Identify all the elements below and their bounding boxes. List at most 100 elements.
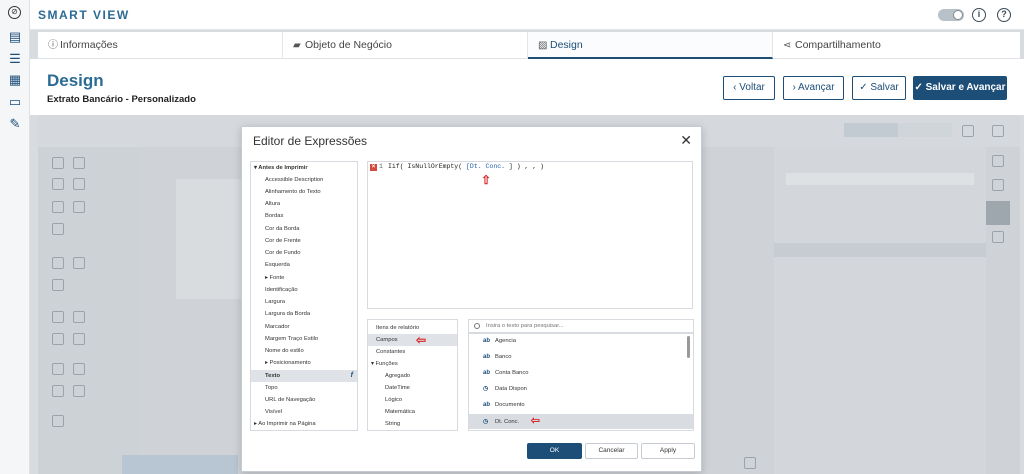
table-icon[interactable]: ▦ bbox=[8, 73, 22, 87]
property-item[interactable]: Nome do estilo bbox=[251, 345, 357, 357]
subreport-tool-icon bbox=[52, 363, 64, 375]
function-icon bbox=[992, 179, 1004, 191]
category-item-campos[interactable]: Campos bbox=[368, 334, 457, 346]
clock-icon: ◷ bbox=[483, 386, 489, 392]
close-icon[interactable]: ✕ bbox=[680, 132, 692, 149]
field-item[interactable]: ab Agencia bbox=[469, 334, 693, 349]
field-item[interactable]: ab Documento bbox=[469, 398, 693, 413]
image-icon: ▨ bbox=[538, 40, 548, 51]
list-icon[interactable]: ☰ bbox=[8, 52, 22, 66]
scrollbar[interactable] bbox=[687, 336, 690, 358]
field-item[interactable]: ab Conta Banco bbox=[469, 366, 693, 381]
annotation-up-arrow-icon: ⇧ bbox=[481, 173, 492, 187]
theme-toggle[interactable] bbox=[938, 9, 964, 21]
property-item[interactable]: Visível bbox=[251, 406, 357, 418]
property-group[interactable]: ▸ Ao Imprimir na Página bbox=[251, 418, 357, 430]
field-list-panel bbox=[774, 147, 986, 474]
field-item-dt-conc[interactable]: ◷ Dt. Conc. ⇦ bbox=[469, 414, 693, 429]
document-icon[interactable]: ▤ bbox=[8, 30, 22, 44]
error-icon: × bbox=[370, 164, 377, 171]
category-item[interactable]: Lógico bbox=[368, 394, 457, 406]
property-item[interactable]: URL de Navegação bbox=[251, 394, 357, 406]
property-item[interactable]: Altura bbox=[251, 198, 357, 210]
property-item[interactable]: Margem Traço Estilo bbox=[251, 333, 357, 345]
checkbox-tool-icon bbox=[73, 157, 85, 169]
text-type-icon: ab bbox=[483, 338, 491, 344]
property-item[interactable]: Bordas bbox=[251, 210, 357, 222]
property-item[interactable]: Accessible Description bbox=[251, 174, 357, 186]
apply-button[interactable]: Apply bbox=[641, 443, 695, 459]
field-label: Banco bbox=[495, 354, 512, 360]
back-button[interactable]: ‹ Voltar bbox=[723, 76, 775, 100]
expression-code-editor[interactable]: × 1 Iif( IsNullOrEmpty( [Dt. Conc. ] ) ,… bbox=[367, 161, 693, 309]
property-item[interactable]: Largura bbox=[251, 296, 357, 308]
tab-informacoes[interactable]: ⓘ Informações bbox=[38, 32, 283, 59]
design-toggle bbox=[844, 123, 898, 137]
page-title: Design bbox=[47, 71, 104, 90]
property-item[interactable]: Largura da Borda bbox=[251, 308, 357, 320]
property-item[interactable]: Marcador bbox=[251, 321, 357, 333]
category-item[interactable]: Itens de relatório bbox=[368, 322, 457, 334]
table-tool-icon bbox=[73, 201, 85, 213]
info-icon[interactable]: i bbox=[972, 8, 986, 22]
property-item[interactable]: Esquerda bbox=[251, 259, 357, 271]
field-label: Agencia bbox=[495, 338, 516, 344]
text-tool-icon bbox=[52, 157, 64, 169]
expression-text[interactable]: Iif( IsNullOrEmpty( [Dt. Conc. ] ) , , ) bbox=[388, 163, 544, 170]
property-group[interactable]: ▾ Antes de Imprimir bbox=[251, 162, 357, 174]
sum-tool-icon bbox=[52, 333, 64, 345]
annotation-left-arrow-icon: ⇦ bbox=[530, 415, 541, 427]
text-type-icon: ab bbox=[483, 354, 491, 360]
field-search-box bbox=[786, 173, 974, 185]
cancel-button[interactable]: Cancelar bbox=[585, 443, 638, 459]
tab-objeto-de-negocio[interactable]: ▰ Objeto de Negócio bbox=[283, 32, 528, 59]
field-highlight-row bbox=[774, 243, 986, 257]
category-item[interactable]: DateTime bbox=[368, 382, 457, 394]
field-item[interactable]: ab Banco bbox=[469, 350, 693, 365]
tab-design[interactable]: ▨ Design bbox=[528, 32, 773, 59]
tab-compartilhamento[interactable]: ⋖ Compartilhamento bbox=[773, 32, 1020, 59]
property-item-texto[interactable]: Texto f bbox=[251, 370, 357, 382]
plugin-icon[interactable]: ✎ bbox=[8, 117, 22, 131]
category-item[interactable]: Matemática bbox=[368, 406, 457, 418]
property-item[interactable]: Cor da Borda bbox=[251, 223, 357, 235]
property-item[interactable]: Identificação bbox=[251, 284, 357, 296]
property-item[interactable]: Cor de Fundo bbox=[251, 247, 357, 259]
field-search-input[interactable] bbox=[468, 319, 694, 333]
property-item[interactable]: Topo bbox=[251, 382, 357, 394]
top-bar: SMART VIEW i ? bbox=[30, 0, 1024, 30]
function-icon[interactable]: f bbox=[351, 370, 353, 382]
user-tool-icon bbox=[52, 415, 64, 427]
field-item[interactable]: ◷ Data Dispon bbox=[469, 382, 693, 397]
property-item[interactable]: Cor de Frente bbox=[251, 235, 357, 247]
translate-icon bbox=[992, 125, 1004, 137]
category-item[interactable]: String bbox=[368, 418, 457, 430]
property-item[interactable]: Alinhamento do Texto bbox=[251, 186, 357, 198]
dialog-title: Editor de Expressões bbox=[253, 134, 368, 148]
folder-icon[interactable]: ▭ bbox=[8, 95, 22, 109]
tab-label: Informações bbox=[60, 39, 118, 51]
category-item[interactable]: Agregado bbox=[368, 370, 457, 382]
code-suffix: ] ) , , ) bbox=[505, 163, 545, 170]
next-button[interactable]: › Avançar bbox=[783, 76, 844, 100]
ok-button[interactable]: OK bbox=[527, 443, 582, 459]
briefcase-icon: ▰ bbox=[293, 40, 301, 51]
field-list: ab Agencia ab Banco ab Conta Banco ◷ Data Di… bbox=[468, 333, 694, 431]
field-label: Dt. Conc. bbox=[495, 419, 520, 425]
property-item[interactable]: ▸ Posicionamento bbox=[251, 357, 357, 369]
report-band bbox=[176, 179, 246, 299]
code-field: [Dt. Conc. bbox=[466, 163, 506, 170]
logo-icon[interactable]: ⊘ bbox=[8, 6, 21, 19]
property-item[interactable]: ▸ Fonte bbox=[251, 272, 357, 284]
hierarchy-icon bbox=[992, 231, 1004, 243]
chart-tool-icon bbox=[52, 311, 64, 323]
field-label: Data Dispon bbox=[495, 386, 527, 392]
page-subtitle: Extrato Bancário - Personalizado bbox=[47, 94, 196, 105]
save-and-next-button[interactable]: ✓ Salvar e Avançar bbox=[913, 76, 1007, 100]
save-button[interactable]: ✓ Salvar bbox=[852, 76, 906, 100]
help-icon[interactable]: ? bbox=[997, 8, 1011, 22]
category-item[interactable]: Constantes bbox=[368, 346, 457, 358]
tab-label: Design bbox=[550, 39, 583, 51]
category-item[interactable]: ▾ Funções bbox=[368, 358, 457, 370]
crossband-tool-icon bbox=[73, 385, 85, 397]
